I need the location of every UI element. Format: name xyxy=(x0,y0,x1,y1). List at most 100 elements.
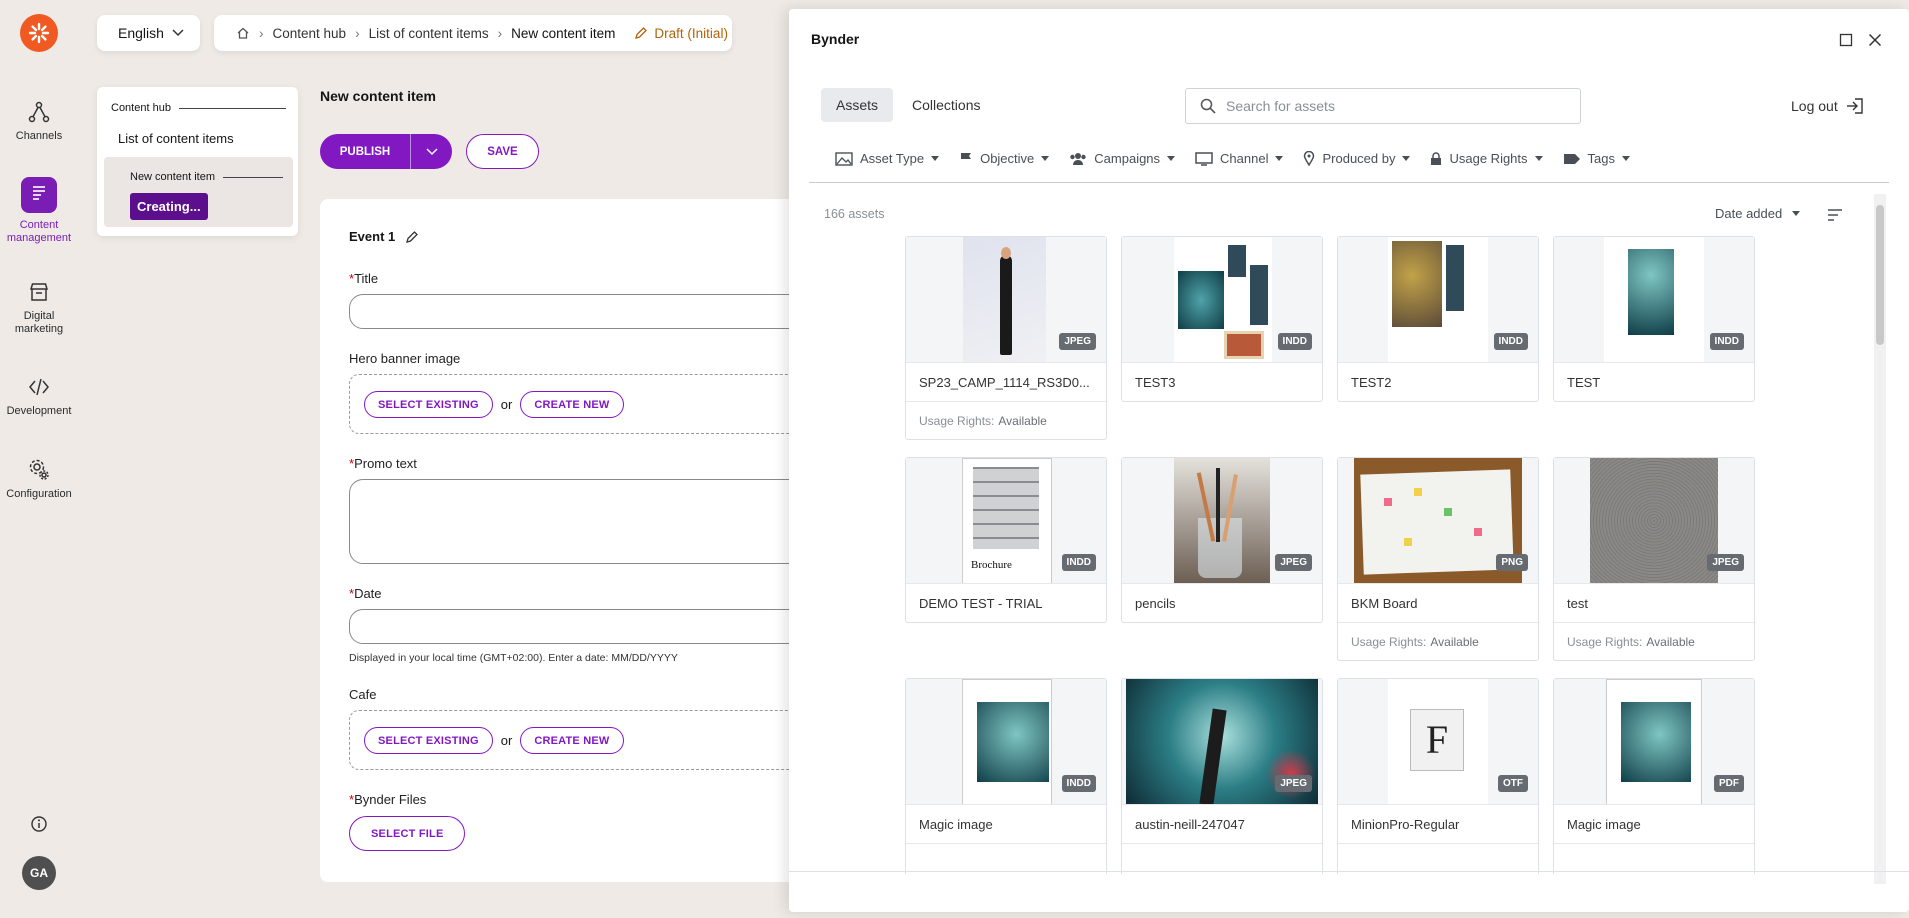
asset-tile[interactable]: INDD TEST3 xyxy=(1121,236,1323,402)
asset-tile[interactable]: JPEG test Usage Rights: Available xyxy=(1553,457,1755,661)
creating-label: Creating... xyxy=(130,193,208,220)
create-new-button[interactable]: CREATE NEW xyxy=(520,391,624,418)
usage-rights: Usage Rights: Available xyxy=(906,401,1106,439)
create-new-button[interactable]: CREATE NEW xyxy=(520,727,624,754)
hero-banner-dropzone: SELECT EXISTING or CREATE NEW xyxy=(349,374,819,434)
close-icon[interactable] xyxy=(1868,33,1882,47)
title-input[interactable] xyxy=(349,294,819,329)
status-text: Draft (Initial) xyxy=(654,25,728,41)
filter-usage-rights[interactable]: Usage Rights xyxy=(1430,151,1543,166)
navigator-list[interactable]: List of content items xyxy=(118,131,234,146)
divider xyxy=(809,182,1889,183)
search-placeholder: Search for assets xyxy=(1226,98,1335,114)
avatar[interactable]: GA xyxy=(22,856,56,890)
asset-name: SP23_CAMP_1114_RS3D0... xyxy=(919,374,1090,390)
usage-rights xyxy=(1122,843,1322,874)
rail-item-configuration[interactable]: Configuration xyxy=(0,458,78,501)
asset-thumbnail: JPEG xyxy=(1122,458,1322,584)
asset-thumbnail: INDD xyxy=(1554,237,1754,363)
info-icon[interactable] xyxy=(30,815,48,836)
asset-tile[interactable]: F OTF MinionPro-Regular xyxy=(1337,678,1539,874)
tab-collections[interactable]: Collections xyxy=(897,88,995,122)
divider xyxy=(178,107,286,109)
asset-name: pencils xyxy=(1135,595,1176,611)
breadcrumb-separator: › xyxy=(497,25,503,41)
app-logo[interactable] xyxy=(20,14,58,52)
hero-banner-label: Hero banner image xyxy=(349,351,461,366)
rail-item-development[interactable]: Development xyxy=(0,375,78,418)
usage-rights xyxy=(1554,843,1754,874)
asset-tile[interactable]: INDD TEST xyxy=(1553,236,1755,402)
filter-campaigns[interactable]: Campaigns xyxy=(1069,151,1176,166)
page-title: New content item xyxy=(320,88,436,104)
file-type-badge: INDD xyxy=(1493,333,1528,350)
select-file-button[interactable]: SELECT FILE xyxy=(349,816,466,851)
configuration-icon xyxy=(29,459,49,480)
publish-button[interactable]: PUBLISH xyxy=(320,134,452,169)
asset-grid: JPEG SP23_CAMP_1114_RS3D0... Usage Right… xyxy=(809,184,1873,874)
breadcrumb-list[interactable]: List of content items xyxy=(369,26,489,41)
status-badge: Draft (Initial) xyxy=(634,26,728,41)
select-existing-button[interactable]: SELECT EXISTING xyxy=(364,727,493,754)
modal-title: Bynder xyxy=(811,31,860,47)
date-label: *Date xyxy=(349,586,382,601)
lock-icon xyxy=(1431,151,1442,165)
asset-tile[interactable]: JPEG SP23_CAMP_1114_RS3D0... Usage Right… xyxy=(905,236,1107,440)
logout-button[interactable]: Log out xyxy=(1791,97,1864,115)
digital-marketing-icon xyxy=(29,283,49,301)
asset-tile[interactable]: Brochure INDD DEMO TEST - TRIAL xyxy=(905,457,1107,623)
scrollbar-thumb[interactable] xyxy=(1876,205,1884,345)
asset-name: TEST2 xyxy=(1351,374,1392,390)
save-button[interactable]: SAVE xyxy=(466,134,539,169)
filter-objective[interactable]: Objective xyxy=(959,151,1050,166)
filter-tags[interactable]: Tags xyxy=(1563,151,1630,166)
promo-text-input[interactable] xyxy=(349,479,819,564)
asset-tile[interactable]: JPEG pencils xyxy=(1121,457,1323,623)
title-label: *Title xyxy=(349,271,379,286)
edit-icon[interactable] xyxy=(405,230,419,244)
breadcrumb-separator: › xyxy=(355,25,360,41)
search-icon xyxy=(1200,98,1216,114)
asset-tile[interactable]: INDD Magic image xyxy=(905,678,1107,874)
asset-search-input[interactable]: Search for assets xyxy=(1185,88,1581,124)
asset-tile[interactable]: PNG BKM Board Usage Rights: Available xyxy=(1337,457,1539,661)
promo-text-label: *Promo text xyxy=(349,456,417,471)
maximize-icon[interactable] xyxy=(1839,33,1853,47)
publish-options-button[interactable] xyxy=(410,134,452,169)
file-type-badge: INDD xyxy=(1277,333,1312,350)
language-value: English xyxy=(118,25,164,41)
breadcrumb-separator: › xyxy=(259,25,264,41)
asset-thumbnail: Brochure INDD xyxy=(906,458,1106,584)
rail-item-channels[interactable]: Channels xyxy=(0,100,78,143)
breadcrumb: › Content hub › List of content items › … xyxy=(214,15,732,51)
asset-tile[interactable]: INDD TEST2 xyxy=(1337,236,1539,402)
asset-name: TEST xyxy=(1567,374,1601,390)
breadcrumb-content-hub[interactable]: Content hub xyxy=(273,26,347,41)
cafe-label: Cafe xyxy=(349,687,377,702)
select-existing-button[interactable]: SELECT EXISTING xyxy=(364,391,493,418)
monitor-icon xyxy=(1195,151,1213,166)
tag-icon xyxy=(1563,153,1580,164)
logo-icon xyxy=(28,22,50,44)
rail-item-digital-marketing[interactable]: Digital marketing xyxy=(0,280,78,336)
rail-item-content-management[interactable]: Content management xyxy=(0,177,78,245)
asset-thumbnail: JPEG xyxy=(906,237,1106,363)
date-input[interactable] xyxy=(349,609,819,644)
filter-produced-by[interactable]: Produced by xyxy=(1303,151,1411,166)
asset-tile[interactable]: JPEG austin-neill-247047 xyxy=(1121,678,1323,874)
filter-channel[interactable]: Channel xyxy=(1195,151,1284,166)
asset-tile[interactable]: PDF Magic image xyxy=(1553,678,1755,874)
usage-rights xyxy=(906,843,1106,874)
file-type-badge: JPEG xyxy=(1707,554,1744,571)
file-type-badge: INDD xyxy=(1061,554,1096,571)
navigator-root[interactable]: Content hub xyxy=(111,102,171,114)
navigator-current[interactable]: New content item xyxy=(130,171,215,183)
asset-name: BKM Board xyxy=(1351,595,1418,611)
filter-asset-type[interactable]: Asset Type xyxy=(835,151,940,166)
usage-rights: Usage Rights: Available xyxy=(1338,622,1538,660)
home-icon[interactable] xyxy=(236,26,250,40)
divider xyxy=(222,176,283,178)
chevron-down-icon xyxy=(172,29,184,37)
language-selector[interactable]: English xyxy=(97,15,200,51)
tab-assets[interactable]: Assets xyxy=(821,88,894,122)
